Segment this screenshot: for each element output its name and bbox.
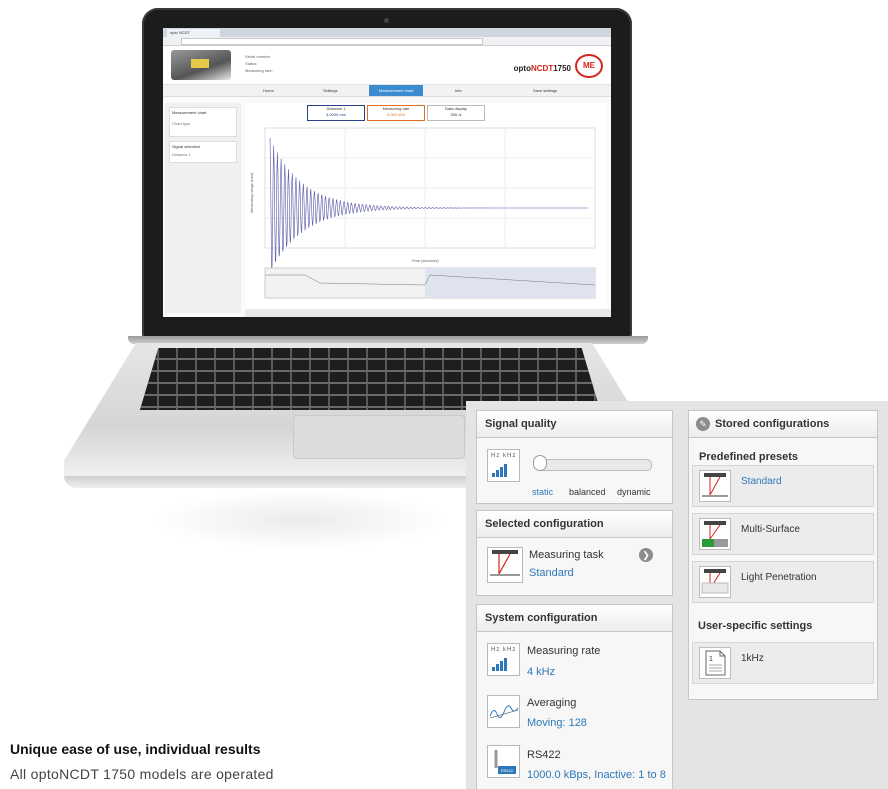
app-nav: Home Settings Measurement chart Info Sav… bbox=[163, 85, 611, 97]
browser-tab-bar: opto NCDT bbox=[163, 28, 611, 37]
measuring-rate-label: Measuring rate bbox=[527, 645, 601, 657]
rs422-value[interactable]: 1000.0 kBps, Inactive: 1 to 8 bbox=[527, 769, 666, 781]
averaging-value[interactable]: Moving: 128 bbox=[527, 717, 587, 729]
system-configuration-panel: System configuration Hz kHz Measuring ra… bbox=[476, 604, 673, 789]
signal-quality-icon: Hz kHz bbox=[487, 449, 520, 482]
meta-status: Status: bbox=[245, 61, 258, 66]
stored-configurations-title: Stored configurations bbox=[689, 411, 877, 438]
sensor-beam-icon bbox=[487, 547, 523, 583]
preset-light-penetration[interactable]: Light Penetration bbox=[692, 561, 874, 603]
chevron-right-icon[interactable]: ❯ bbox=[639, 548, 653, 562]
nav-measurement-chart[interactable]: Measurement chart bbox=[369, 85, 424, 96]
laptop-shadow bbox=[150, 490, 450, 550]
readout-data-display: Data display 300 /s bbox=[427, 105, 485, 121]
light-penetration-preset-icon bbox=[699, 566, 731, 598]
brand-name: optoNCDT1750 bbox=[513, 64, 571, 73]
preset-standard[interactable]: Standard bbox=[692, 465, 874, 507]
feature-body-text: All optoNCDT 1750 models are operated bbox=[10, 766, 274, 782]
hz-khz-bars-icon: Hz kHz bbox=[487, 643, 520, 676]
user-setting-1khz[interactable]: 1 1kHz bbox=[692, 642, 874, 684]
readout-rate: Measuring rate 4.000 kHz bbox=[367, 105, 425, 121]
sensor-image bbox=[171, 50, 231, 80]
standard-preset-icon bbox=[699, 470, 731, 502]
signal-quality-slider[interactable] bbox=[537, 459, 652, 471]
slider-knob[interactable] bbox=[533, 455, 547, 471]
measuring-rate-value[interactable]: 4 kHz bbox=[527, 666, 555, 678]
multi-surface-preset-icon bbox=[699, 518, 731, 550]
meta-serial: Serial number: bbox=[245, 54, 272, 59]
left-pane: Measurement chart Chart type Signal selec… bbox=[165, 103, 241, 313]
measuring-task-value[interactable]: Standard bbox=[529, 567, 574, 579]
selected-configuration-title: Selected configuration bbox=[477, 511, 672, 538]
svg-text:1: 1 bbox=[709, 656, 713, 663]
preset-multi-surface[interactable]: Multi-Surface bbox=[692, 513, 874, 555]
measuring-task-label: Measuring task bbox=[529, 549, 604, 561]
document-icon: 1 bbox=[699, 647, 731, 679]
brand-logo: ME bbox=[575, 54, 603, 78]
browser-tab[interactable]: opto NCDT bbox=[167, 29, 220, 37]
svg-text:RS422: RS422 bbox=[501, 768, 514, 773]
url-field[interactable] bbox=[181, 38, 483, 45]
trackpad bbox=[293, 415, 465, 459]
screen-footer bbox=[245, 309, 611, 317]
option-dynamic[interactable]: dynamic bbox=[617, 487, 651, 497]
wrench-icon: ✎ bbox=[696, 417, 710, 431]
signal-quality-panel: Signal quality Hz kHz static balanced dy… bbox=[476, 410, 673, 504]
signal-quality-title: Signal quality bbox=[477, 411, 672, 438]
rs422-cable-icon: RS422 bbox=[487, 745, 520, 778]
laptop-hinge bbox=[128, 336, 648, 344]
signal-plot: Time (seconds) Measuring range (mm) bbox=[249, 127, 596, 299]
chart-type-box[interactable]: Measurement chart Chart type bbox=[169, 107, 237, 137]
svg-text:Measuring range (mm): Measuring range (mm) bbox=[249, 172, 254, 213]
averaging-wave-icon bbox=[487, 695, 520, 728]
feature-heading: Unique ease of use, individual results bbox=[10, 741, 261, 757]
system-configuration-title: System configuration bbox=[477, 605, 672, 632]
nav-home[interactable]: Home bbox=[263, 85, 274, 96]
meta-rate: Measuring rate: bbox=[245, 68, 273, 73]
save-settings-button[interactable]: Save settings bbox=[533, 85, 557, 96]
user-specific-settings-title: User-specific settings bbox=[698, 620, 813, 632]
readout-distance: Distance 1 3.0000 mm bbox=[307, 105, 365, 121]
nav-info[interactable]: Info bbox=[455, 85, 462, 96]
laptop-screen: opto NCDT Serial number: Status: Measuri… bbox=[163, 28, 611, 317]
app-header: Serial number: Status: Measuring rate: o… bbox=[163, 46, 611, 85]
selected-configuration-panel: Selected configuration Measuring task St… bbox=[476, 510, 673, 596]
option-balanced[interactable]: balanced bbox=[569, 487, 606, 497]
webcam-icon bbox=[384, 18, 389, 23]
option-static[interactable]: static bbox=[532, 487, 553, 497]
measurement-chart: Distance 1 3.0000 mm Measuring rate 4.000 … bbox=[245, 103, 607, 313]
nav-settings[interactable]: Settings bbox=[323, 85, 337, 96]
averaging-label: Averaging bbox=[527, 697, 577, 709]
signal-selection-box[interactable]: Signal selection Distance 1 bbox=[169, 141, 237, 163]
rs422-label: RS422 bbox=[527, 749, 561, 761]
browser-address-bar[interactable] bbox=[163, 37, 611, 46]
predefined-presets-title: Predefined presets bbox=[699, 451, 799, 463]
svg-text:Time (seconds): Time (seconds) bbox=[411, 258, 439, 263]
